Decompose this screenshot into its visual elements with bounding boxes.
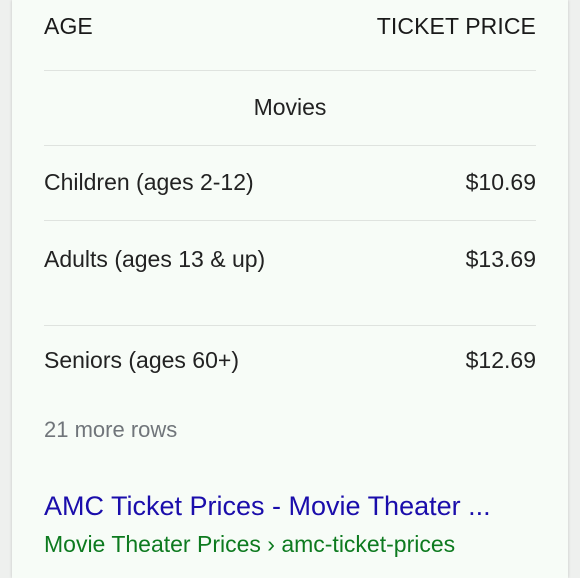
header-ticket-price: TICKET PRICE bbox=[376, 13, 536, 39]
table-row: Seniors (ages 60+) $12.69 bbox=[44, 326, 536, 400]
table-section-heading: Movies bbox=[44, 71, 536, 146]
ticket-price-table: AGE TICKET PRICE Movies Children (ages 2… bbox=[44, 0, 536, 400]
section-label: Movies bbox=[253, 94, 327, 120]
more-rows-link[interactable]: 21 more rows bbox=[44, 417, 177, 443]
header-age: AGE bbox=[44, 13, 93, 39]
result-title-link[interactable]: AMC Ticket Prices - Movie Theater ... bbox=[44, 491, 491, 522]
row-price: $12.69 bbox=[465, 347, 536, 373]
table-row: Children (ages 2-12) $10.69 bbox=[44, 146, 536, 221]
row-label: Adults (ages 13 & up) bbox=[44, 246, 266, 272]
row-price: $13.69 bbox=[465, 246, 536, 272]
table-row: Adults (ages 13 & up) $13.69 bbox=[44, 221, 536, 326]
row-price: $10.69 bbox=[465, 169, 536, 195]
table-header-row: AGE TICKET PRICE bbox=[44, 0, 536, 71]
row-label: Children (ages 2-12) bbox=[44, 169, 254, 195]
row-label: Seniors (ages 60+) bbox=[44, 347, 239, 373]
search-result-card: AGE TICKET PRICE Movies Children (ages 2… bbox=[12, 0, 568, 578]
result-breadcrumb-url[interactable]: Movie Theater Prices › amc-ticket-prices bbox=[44, 531, 455, 558]
